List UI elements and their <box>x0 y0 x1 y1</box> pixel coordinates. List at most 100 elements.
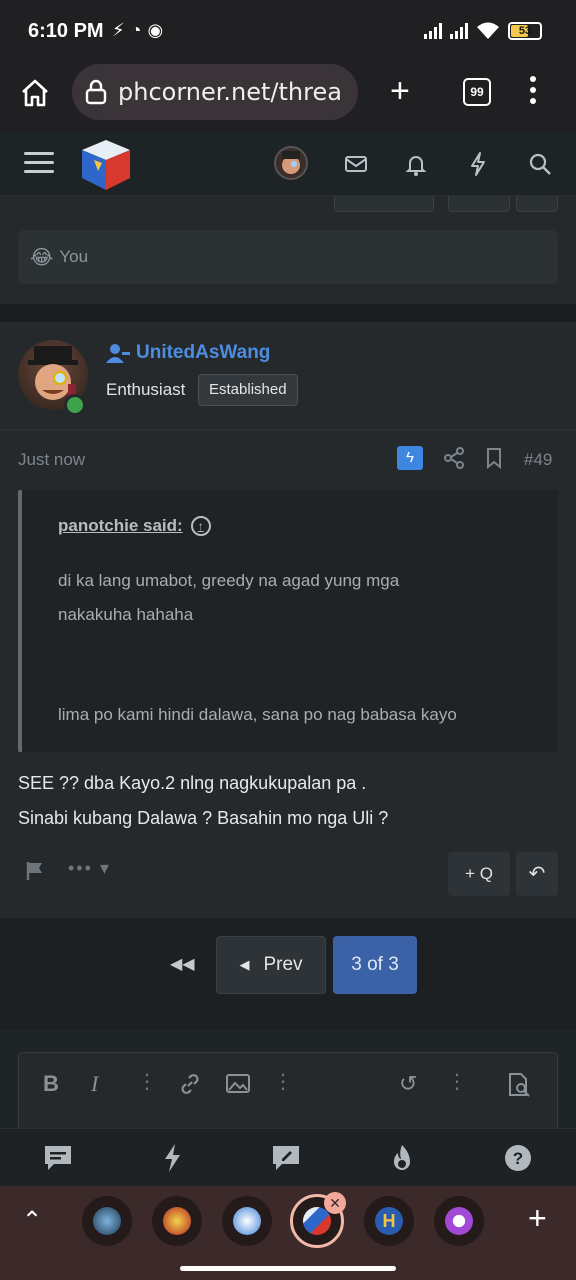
tab-favicon-icon <box>93 1207 121 1235</box>
post-actions: ••• ▾ + Q ↶ <box>0 850 576 902</box>
user-avatar-icon[interactable] <box>274 146 308 180</box>
signal-icon <box>424 23 442 39</box>
more-formatting-icon[interactable]: ⋮ <box>137 1069 157 1094</box>
signal-icon-2 <box>450 23 468 39</box>
close-tab-icon[interactable]: ✕ <box>324 1192 346 1214</box>
author-title: Enthusiast <box>106 380 186 399</box>
inbox-icon[interactable] <box>342 150 370 178</box>
tab-switcher-button[interactable]: 99 <box>463 78 491 106</box>
forum-bottom-nav: ? <box>0 1128 576 1186</box>
lock-icon <box>85 79 107 105</box>
more-options-icon[interactable]: ⋮ <box>447 1069 467 1094</box>
post-thread-icon[interactable] <box>270 1143 302 1173</box>
new-tab-button[interactable]: + <box>390 74 410 108</box>
search-icon[interactable] <box>526 150 554 178</box>
tab-thumbnail[interactable] <box>152 1196 202 1246</box>
report-flag-icon[interactable] <box>24 860 46 882</box>
gesture-bar <box>180 1266 396 1271</box>
post-number-link[interactable]: #49 <box>524 450 552 470</box>
tab-thumbnail[interactable] <box>434 1196 484 1246</box>
browser-menu-button[interactable] <box>528 76 538 104</box>
italic-icon[interactable]: I <box>91 1071 98 1097</box>
author-name: UnitedAsWang <box>136 342 271 363</box>
prev-page-label: Prev <box>263 954 303 975</box>
add-tab-icon[interactable]: + <box>528 1200 547 1237</box>
quote-line: lima po kami hindi dalawa, sana po nag b… <box>58 705 457 724</box>
help-icon[interactable]: ? <box>502 1143 534 1173</box>
new-post-bolt-icon: ϟ <box>397 446 423 470</box>
address-bar[interactable]: phcorner.net/threa <box>72 64 358 120</box>
image-icon[interactable] <box>225 1071 251 1097</box>
post-meta: Just now ϟ #49 <box>0 442 576 482</box>
more-insert-icon[interactable]: ⋮ <box>273 1069 293 1094</box>
post-body-line: Sinabi kubang Dalawa ? Basahin mo nga Ul… <box>18 808 389 828</box>
caret-left-icon: ◀ <box>239 957 250 972</box>
tab-count: 99 <box>470 85 484 99</box>
post-body: SEE ?? dba Kayo.2 nlng nagkukupalan pa .… <box>18 766 388 836</box>
post-body-line: SEE ?? dba Kayo.2 nlng nagkukupalan pa . <box>18 773 367 793</box>
tab-thumbnail[interactable]: H <box>364 1196 414 1246</box>
reply-button-cutoff[interactable] <box>516 196 558 212</box>
quote-author-link[interactable]: panotchie said: ↑ <box>58 516 211 536</box>
author-name-link[interactable]: UnitedAsWang <box>106 342 270 364</box>
quote-line: di ka lang umabot, greedy na agad yung m… <box>58 571 400 590</box>
trending-fire-icon[interactable] <box>386 1143 418 1173</box>
home-icon[interactable] <box>18 76 52 110</box>
tab-favicon-icon <box>445 1207 473 1235</box>
undo-icon[interactable]: ↺ <box>399 1071 417 1097</box>
system-icons: 53 <box>424 22 542 40</box>
reply-button[interactable]: ↶ <box>516 852 558 896</box>
whats-new-icon[interactable] <box>156 1143 188 1173</box>
bell-icon[interactable] <box>402 150 430 178</box>
hamburger-menu-icon[interactable] <box>24 152 54 173</box>
preview-icon[interactable] <box>505 1071 533 1099</box>
post-user-header: UnitedAsWang Enthusiast Established <box>0 322 576 430</box>
battery-icon: 53 <box>508 22 542 40</box>
share-icon[interactable] <box>442 446 466 470</box>
previous-post-tail: 😂 You <box>0 196 576 304</box>
chevron-up-icon[interactable]: ⌃ <box>22 1206 42 1235</box>
url-text: phcorner.net/threa <box>118 78 342 106</box>
quote-button[interactable]: + Q <box>448 852 510 896</box>
site-logo[interactable] <box>76 136 134 192</box>
tab-thumbnail[interactable] <box>82 1196 132 1246</box>
bold-icon[interactable]: B <box>43 1071 59 1097</box>
post-separator <box>0 304 576 322</box>
jump-to-quote-icon[interactable]: ↑ <box>190 516 211 536</box>
clock: 6:10 PM <box>28 20 104 42</box>
bookmark-icon[interactable] <box>482 446 506 470</box>
haha-reaction-icon: 😂 <box>30 246 54 269</box>
page-indicator-button[interactable]: 3 of 3 <box>333 936 417 994</box>
reply-editor-toolbar: B I ⋮ ⋮ ↺ ⋮ <box>18 1052 558 1128</box>
site-header <box>0 132 576 196</box>
link-icon[interactable] <box>177 1071 203 1097</box>
online-status-icon <box>64 394 86 416</box>
thread-content: 😂 You UnitedAsWang Enthusiast Establishe… <box>0 196 576 1128</box>
notification-icons: ⚡◔◉ <box>112 20 170 40</box>
tab-favicon-icon <box>163 1207 191 1235</box>
status-bar: 6:10 PM ⚡◔◉ 53 <box>0 0 576 64</box>
pagination: ◀◀ ◀ Prev 3 of 3 <box>0 918 576 1030</box>
whats-new-bolt-icon[interactable] <box>464 150 492 178</box>
more-options-button[interactable]: ••• ▾ <box>68 858 111 879</box>
tab-thumbnail[interactable] <box>222 1196 272 1246</box>
quote-block: panotchie said: ↑ di ka lang umabot, gre… <box>18 490 558 752</box>
first-page-icon[interactable]: ◀◀ <box>170 954 195 974</box>
tab-favicon-icon: H <box>375 1207 403 1235</box>
forums-chat-icon[interactable] <box>42 1143 74 1173</box>
quote-button-cutoff[interactable] <box>448 196 510 212</box>
quote-line: nakakuha hahaha <box>58 605 194 624</box>
reaction-button-cutoff[interactable] <box>334 196 434 212</box>
post-49: UnitedAsWang Enthusiast Established Just… <box>0 322 576 918</box>
post-time[interactable]: Just now <box>18 450 85 470</box>
browser-toolbar: phcorner.net/threa + 99 <box>0 64 576 132</box>
svg-text:?: ? <box>513 1149 523 1168</box>
reactions-bar[interactable]: 😂 You <box>18 230 558 284</box>
user-verified-icon <box>106 344 130 363</box>
reactions-label: You <box>59 247 89 266</box>
battery-level: 53 <box>518 25 532 37</box>
quote-author: panotchie said: <box>58 516 183 535</box>
wifi-icon <box>477 22 499 39</box>
prev-page-button[interactable]: ◀ Prev <box>216 936 326 994</box>
tab-favicon-icon <box>233 1207 261 1235</box>
